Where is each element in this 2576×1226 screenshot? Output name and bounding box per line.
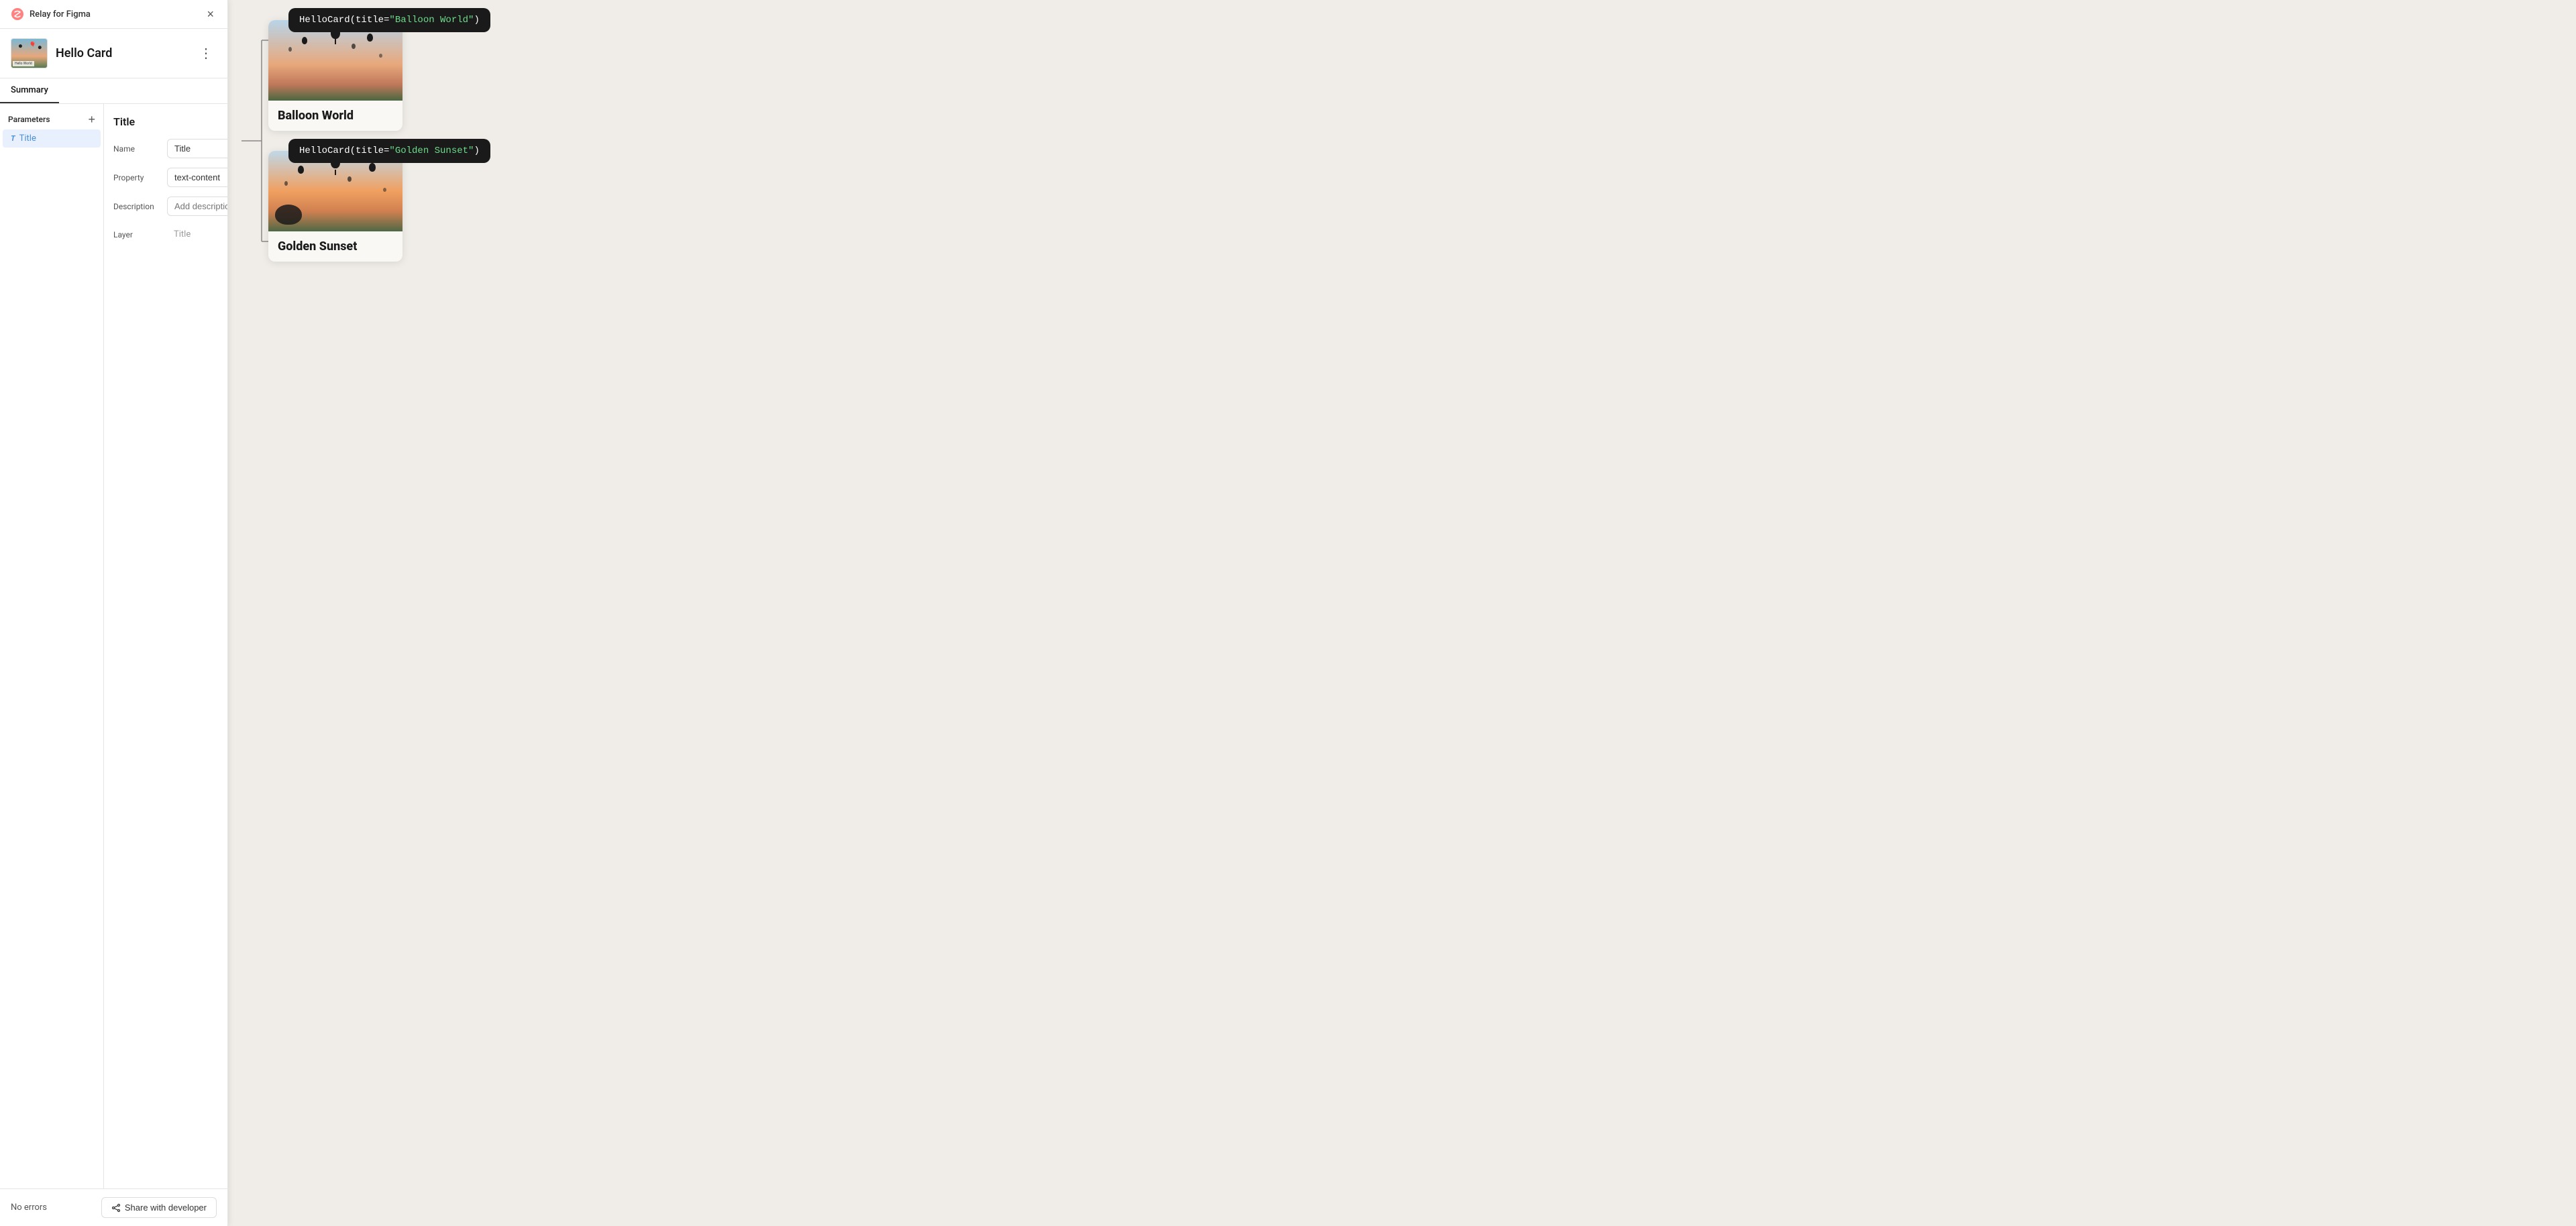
app-name: Relay for Figma [30,9,91,19]
card-1-title: Balloon World [278,109,393,123]
name-label: Name [113,144,162,154]
layer-label: Layer [113,230,162,239]
property-select-wrapper: text-content visible fill ▾ [167,168,227,187]
name-input[interactable] [167,139,227,158]
tooltip-2-suffix: ) [474,146,479,156]
relay-logo-icon [11,7,24,21]
card-2-body: Golden Sunset [268,231,402,262]
card-2-image-bg [268,151,402,231]
detail-title: Title [113,115,135,128]
thumbnail-label: Hello World [13,61,34,66]
bracket-connector [241,13,268,268]
property-label: Property [113,173,162,182]
card-2-tooltip: HelloCard(title="Golden Sunset") [288,139,490,163]
card-1-tooltip: HelloCard(title="Balloon World") [288,8,490,32]
tooltip-1-value: "Balloon World" [389,15,474,25]
component-header-left: 🎈 ⬤ ⬤ Hello World Hello Card [11,38,112,68]
card-1-wrapper: HelloCard(title="Balloon World") [268,20,402,131]
tooltip-1-prefix: HelloCard(title= [299,15,389,25]
card-2-title: Golden Sunset [278,239,393,254]
tab-summary[interactable]: Summary [0,78,59,103]
header-left: Relay for Figma [11,7,91,21]
right-section: HelloCard(title="Balloon World") [228,0,2576,282]
card-2-image [268,151,402,231]
share-button[interactable]: Share with developer [101,1197,217,1218]
panel-header: Relay for Figma × [0,0,227,29]
tooltip-2-value: "Golden Sunset" [389,146,474,156]
share-icon [111,1203,121,1213]
close-button[interactable]: × [204,7,217,21]
component-header: 🎈 ⬤ ⬤ Hello World Hello Card ⋮ [0,29,227,78]
card-1-image [268,20,402,101]
cards-column: HelloCard(title="Balloon World") [268,20,402,262]
parameters-label: Parameters [8,115,50,124]
panel-sidebar: Parameters + T Title [0,104,104,1188]
component-thumbnail: 🎈 ⬤ ⬤ Hello World [11,38,48,68]
left-panel: Relay for Figma × 🎈 ⬤ ⬤ Hello World Hell… [0,0,228,1226]
component-title: Hello Card [56,46,112,60]
kebab-menu-button[interactable]: ⋮ [195,44,217,63]
sidebar-item-label: Title [19,133,36,144]
card-2: Golden Sunset [268,151,402,262]
share-label: Share with developer [125,1203,207,1213]
description-input[interactable] [167,197,227,216]
card-1-body: Balloon World [268,101,402,131]
description-label: Description [113,202,162,211]
property-field-row: Property text-content visible fill ▾ [113,168,227,187]
property-select[interactable]: text-content visible fill [167,168,227,187]
sidebar-item-title[interactable]: T Title [3,129,101,148]
status-badge: No errors [11,1203,47,1213]
card-1: Balloon World [268,20,402,131]
panel-detail: Title 🗑 Name Property text-content visib… [104,104,227,1188]
text-type-icon: T [11,134,15,143]
layer-value: Title [167,225,227,243]
description-field-row: Description [113,197,227,216]
panel-tabs: Summary [0,78,227,104]
parameters-header: Parameters + [0,109,103,129]
name-field-row: Name [113,139,227,158]
panel-content: Parameters + T Title Title 🗑 Name Proper… [0,104,227,1188]
card-2-wrapper: HelloCard(title="Golden Sunset") [268,151,402,262]
layer-field-row: Layer Title ⊕ [113,225,227,243]
detail-header: Title 🗑 [113,113,227,129]
add-parameter-button[interactable]: + [88,113,95,125]
tooltip-2-prefix: HelloCard(title= [299,146,389,156]
tooltip-1-suffix: ) [474,15,479,25]
panel-footer: No errors Share with developer [0,1188,227,1226]
card-1-image-bg [268,20,402,101]
